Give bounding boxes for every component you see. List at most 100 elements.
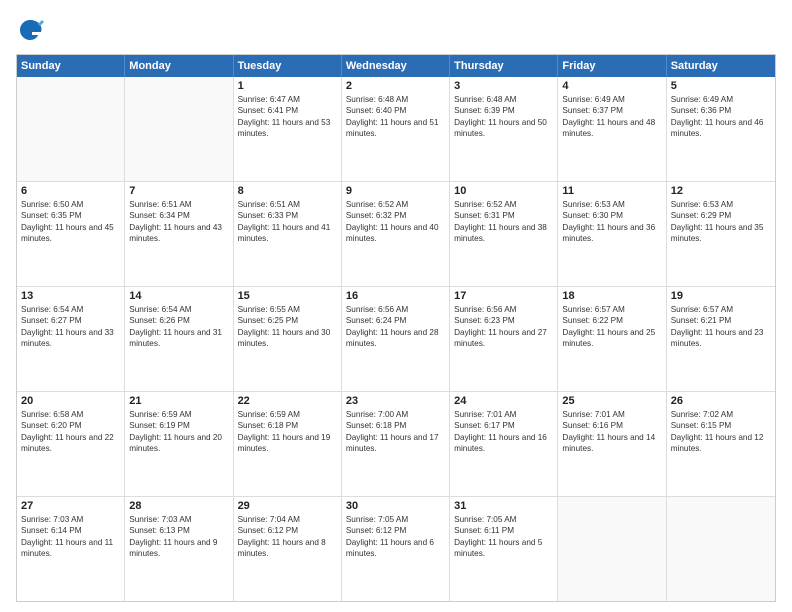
sunrise-text: Sunrise: 7:05 AM [454,514,553,525]
sunrise-text: Sunrise: 6:54 AM [129,304,228,315]
day-number: 23 [346,395,445,407]
daylight-text: Daylight: 11 hours and 14 minutes. [562,432,661,455]
day-number: 11 [562,185,661,197]
day-number: 30 [346,500,445,512]
daylight-text: Daylight: 11 hours and 40 minutes. [346,222,445,245]
sunset-text: Sunset: 6:41 PM [238,105,337,116]
day-number: 19 [671,290,771,302]
calendar-cell [667,497,775,601]
sunset-text: Sunset: 6:39 PM [454,105,553,116]
day-number: 4 [562,80,661,92]
calendar-cell: 11Sunrise: 6:53 AMSunset: 6:30 PMDayligh… [558,182,666,286]
day-number: 1 [238,80,337,92]
calendar-cell: 5Sunrise: 6:49 AMSunset: 6:36 PMDaylight… [667,77,775,181]
sunrise-text: Sunrise: 7:00 AM [346,409,445,420]
daylight-text: Daylight: 11 hours and 38 minutes. [454,222,553,245]
sunset-text: Sunset: 6:30 PM [562,210,661,221]
day-number: 12 [671,185,771,197]
calendar-row-3: 20Sunrise: 6:58 AMSunset: 6:20 PMDayligh… [17,392,775,497]
sunset-text: Sunset: 6:27 PM [21,315,120,326]
sunset-text: Sunset: 6:35 PM [21,210,120,221]
sunrise-text: Sunrise: 7:02 AM [671,409,771,420]
sunrise-text: Sunrise: 6:56 AM [346,304,445,315]
sunrise-text: Sunrise: 6:59 AM [238,409,337,420]
sunset-text: Sunset: 6:15 PM [671,420,771,431]
daylight-text: Daylight: 11 hours and 19 minutes. [238,432,337,455]
day-number: 3 [454,80,553,92]
daylight-text: Daylight: 11 hours and 31 minutes. [129,327,228,350]
daylight-text: Daylight: 11 hours and 36 minutes. [562,222,661,245]
daylight-text: Daylight: 11 hours and 43 minutes. [129,222,228,245]
calendar-cell: 27Sunrise: 7:03 AMSunset: 6:14 PMDayligh… [17,497,125,601]
logo-icon [16,16,44,44]
sunrise-text: Sunrise: 6:57 AM [671,304,771,315]
calendar-cell: 31Sunrise: 7:05 AMSunset: 6:11 PMDayligh… [450,497,558,601]
calendar-row-1: 6Sunrise: 6:50 AMSunset: 6:35 PMDaylight… [17,182,775,287]
sunrise-text: Sunrise: 6:59 AM [129,409,228,420]
calendar-cell: 24Sunrise: 7:01 AMSunset: 6:17 PMDayligh… [450,392,558,496]
calendar: SundayMondayTuesdayWednesdayThursdayFrid… [16,54,776,602]
header-day-monday: Monday [125,55,233,77]
calendar-cell: 6Sunrise: 6:50 AMSunset: 6:35 PMDaylight… [17,182,125,286]
calendar-cell: 17Sunrise: 6:56 AMSunset: 6:23 PMDayligh… [450,287,558,391]
calendar-cell: 7 Sunrise: 6:51 AMSunset: 6:34 PMDaylight… [125,182,233,286]
sunrise-text: Sunrise: 6:54 AM [21,304,120,315]
daylight-text: Daylight: 11 hours and 33 minutes. [21,327,120,350]
sunset-text: Sunset: 6:16 PM [562,420,661,431]
daylight-text: Daylight: 11 hours and 22 minutes. [21,432,120,455]
day-number: 13 [21,290,120,302]
daylight-text: Daylight: 11 hours and 48 minutes. [562,117,661,140]
header-day-saturday: Saturday [667,55,775,77]
sunrise-text: Sunrise: 6:58 AM [21,409,120,420]
sunrise-text: Sunrise: 6:55 AM [238,304,337,315]
daylight-text: Daylight: 11 hours and 28 minutes. [346,327,445,350]
calendar-cell: 25Sunrise: 7:01 AMSunset: 6:16 PMDayligh… [558,392,666,496]
header [16,16,776,44]
day-number: 20 [21,395,120,407]
sunrise-text: Sunrise: 6:51 AM [129,199,228,210]
sunrise-text: Sunrise: 6:48 AM [454,94,553,105]
calendar-cell: 20Sunrise: 6:58 AMSunset: 6:20 PMDayligh… [17,392,125,496]
sunset-text: Sunset: 6:25 PM [238,315,337,326]
day-number: 27 [21,500,120,512]
calendar-cell: 23Sunrise: 7:00 AMSunset: 6:18 PMDayligh… [342,392,450,496]
calendar-cell: 3Sunrise: 6:48 AMSunset: 6:39 PMDaylight… [450,77,558,181]
daylight-text: Daylight: 11 hours and 20 minutes. [129,432,228,455]
sunset-text: Sunset: 6:24 PM [346,315,445,326]
daylight-text: Daylight: 11 hours and 27 minutes. [454,327,553,350]
calendar-cell: 1Sunrise: 6:47 AMSunset: 6:41 PMDaylight… [234,77,342,181]
sunset-text: Sunset: 6:36 PM [671,105,771,116]
daylight-text: Daylight: 11 hours and 16 minutes. [454,432,553,455]
calendar-cell: 12Sunrise: 6:53 AMSunset: 6:29 PMDayligh… [667,182,775,286]
sunset-text: Sunset: 6:12 PM [346,525,445,536]
sunrise-text: Sunrise: 6:57 AM [562,304,661,315]
sunset-text: Sunset: 6:34 PM [129,210,228,221]
daylight-text: Daylight: 11 hours and 12 minutes. [671,432,771,455]
sunrise-text: Sunrise: 7:01 AM [562,409,661,420]
sunset-text: Sunset: 6:19 PM [129,420,228,431]
daylight-text: Daylight: 11 hours and 8 minutes. [238,537,337,560]
sunset-text: Sunset: 6:17 PM [454,420,553,431]
sunrise-text: Sunrise: 7:04 AM [238,514,337,525]
daylight-text: Daylight: 11 hours and 5 minutes. [454,537,553,560]
sunrise-text: Sunrise: 6:52 AM [454,199,553,210]
day-number: 22 [238,395,337,407]
sunset-text: Sunset: 6:11 PM [454,525,553,536]
sunrise-text: Sunrise: 6:48 AM [346,94,445,105]
day-number: 21 [129,395,228,407]
calendar-cell: 26Sunrise: 7:02 AMSunset: 6:15 PMDayligh… [667,392,775,496]
page: SundayMondayTuesdayWednesdayThursdayFrid… [0,0,792,612]
calendar-cell: 22Sunrise: 6:59 AMSunset: 6:18 PMDayligh… [234,392,342,496]
day-number: 18 [562,290,661,302]
sunset-text: Sunset: 6:14 PM [21,525,120,536]
calendar-cell: 16Sunrise: 6:56 AMSunset: 6:24 PMDayligh… [342,287,450,391]
header-day-thursday: Thursday [450,55,558,77]
calendar-cell: 28Sunrise: 7:03 AMSunset: 6:13 PMDayligh… [125,497,233,601]
day-number: 14 [129,290,228,302]
calendar-row-0: 1Sunrise: 6:47 AMSunset: 6:41 PMDaylight… [17,77,775,182]
day-number: 7 [129,185,228,197]
calendar-cell: 18Sunrise: 6:57 AMSunset: 6:22 PMDayligh… [558,287,666,391]
calendar-cell: 13 Sunrise: 6:54 AMSunset: 6:27 PMDayligh… [17,287,125,391]
sunset-text: Sunset: 6:21 PM [671,315,771,326]
daylight-text: Daylight: 11 hours and 11 minutes. [21,537,120,560]
